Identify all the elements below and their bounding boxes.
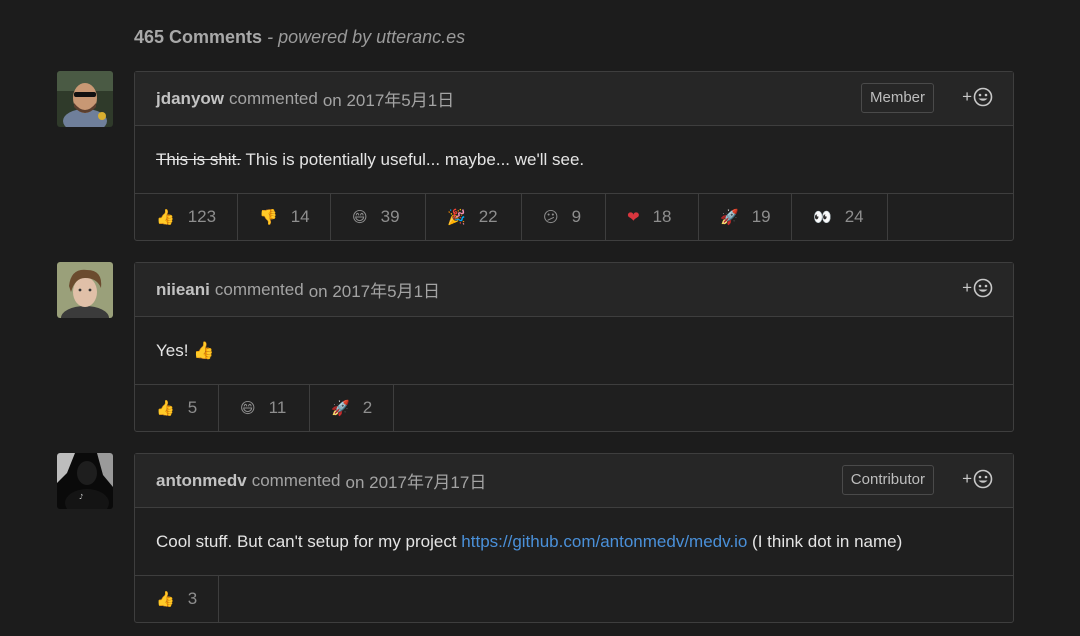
- reaction-count: 123: [187, 207, 217, 226]
- laugh-icon: 😄: [240, 400, 256, 417]
- avatar-antonmedv-image: ♪: [57, 453, 113, 509]
- reaction-thumbs-up[interactable]: 👍 5: [135, 385, 219, 431]
- reaction-thumbs-up[interactable]: 👍 3: [135, 576, 219, 622]
- rocket-icon: 🚀: [720, 209, 739, 226]
- reaction-rocket[interactable]: 🚀 2: [310, 385, 394, 431]
- comment-text: Yes! 👍: [156, 340, 215, 360]
- smiley-icon: [973, 469, 993, 489]
- reaction-count: 39: [380, 207, 400, 226]
- rocket-icon: 🚀: [331, 400, 350, 417]
- comment-text-after: (I think dot in name): [747, 531, 903, 551]
- comment-date[interactable]: on 2017年5月1日: [323, 86, 454, 111]
- reactions-bar: 👍 3: [135, 576, 1013, 622]
- reaction-hooray[interactable]: 🎉 22: [426, 194, 522, 240]
- hooray-icon: 🎉: [447, 209, 466, 226]
- comment-body: This is shit. This is potentially useful…: [135, 126, 1013, 194]
- thumbs-up-icon: 👍: [156, 400, 175, 417]
- author-link[interactable]: antonmedv: [156, 471, 247, 491]
- author-link[interactable]: niieani: [156, 280, 210, 300]
- reactions-bar: 👍 123 👎 14 😄 39 🎉 22 😕 9 ❤ 18 🚀 19 👀 24: [135, 194, 1013, 240]
- reaction-count: 2: [362, 398, 373, 417]
- comment-verb: commented: [214, 279, 304, 299]
- add-reaction-button[interactable]: +: [962, 87, 993, 107]
- reaction-confused[interactable]: 😕 9: [522, 194, 606, 240]
- add-reaction-button[interactable]: +: [962, 469, 993, 489]
- reaction-laugh[interactable]: 😄 11: [219, 385, 310, 431]
- powered-by: - powered by utteranc.es: [267, 27, 466, 47]
- avatar[interactable]: [57, 262, 113, 318]
- contributor-badge: Contributor: [841, 465, 934, 495]
- comment-box: jdanyow commented on 2017年5月1日 Member + …: [134, 71, 1014, 241]
- avatar-niieani-image: [57, 262, 113, 318]
- add-reaction-label: +: [962, 469, 972, 488]
- avatar-jdanyow-image: [57, 71, 113, 127]
- add-reaction-label: +: [962, 87, 972, 106]
- repo-link[interactable]: https://github.com/antonmedv/medv.io: [461, 532, 747, 552]
- smiley-icon: [973, 87, 993, 107]
- reaction-laugh[interactable]: 😄 39: [331, 194, 426, 240]
- comment-text: This is potentially useful... maybe... w…: [241, 149, 585, 169]
- comments-header: 465 Comments - powered by utteranc.es: [134, 27, 465, 48]
- comment-box: niieani commented on 2017年5月1日 + Yes! 👍 …: [134, 262, 1014, 432]
- confused-icon: 😕: [543, 209, 559, 226]
- comment-body: Yes! 👍: [135, 317, 1013, 385]
- reaction-count: 24: [844, 207, 864, 226]
- comment-header: jdanyow commented on 2017年5月1日 Member +: [135, 72, 1013, 126]
- comment-body: Cool stuff. But can't setup for my proje…: [135, 508, 1013, 576]
- thumbs-up-icon: 👍: [156, 209, 175, 226]
- thumbs-up-icon: 👍: [156, 591, 175, 608]
- reaction-eyes[interactable]: 👀 24: [792, 194, 888, 240]
- reaction-count: 14: [290, 207, 310, 226]
- comment-header: antonmedv commented on 2017年7月17日 Contri…: [135, 454, 1013, 508]
- reaction-thumbs-down[interactable]: 👎 14: [238, 194, 331, 240]
- comment-date[interactable]: on 2017年7月17日: [346, 468, 487, 493]
- laugh-icon: 😄: [352, 209, 368, 226]
- avatar[interactable]: ♪: [57, 453, 113, 509]
- smiley-icon: [973, 278, 993, 298]
- reaction-count: 9: [571, 207, 582, 226]
- reactions-bar: 👍 5 😄 11 🚀 2: [135, 385, 1013, 431]
- comment-date[interactable]: on 2017年5月1日: [309, 277, 440, 302]
- comment-header: niieani commented on 2017年5月1日 +: [135, 263, 1013, 317]
- reaction-heart[interactable]: ❤ 18: [606, 194, 699, 240]
- comment-box: antonmedv commented on 2017年7月17日 Contri…: [134, 453, 1014, 623]
- strikethrough-text: This is shit.: [156, 149, 242, 169]
- heart-icon: ❤: [627, 209, 640, 226]
- reaction-count: 3: [187, 589, 198, 608]
- add-reaction-label: +: [962, 278, 972, 297]
- comment-count: 465 Comments: [134, 27, 263, 47]
- reaction-count: 11: [268, 398, 287, 417]
- reaction-thumbs-up[interactable]: 👍 123: [135, 194, 238, 240]
- avatar[interactable]: [57, 71, 113, 127]
- reaction-count: 22: [478, 207, 498, 226]
- svg-text:♪: ♪: [79, 493, 83, 501]
- comment-text: Cool stuff. But can't setup for my proje…: [156, 531, 462, 551]
- author-link[interactable]: jdanyow: [156, 89, 224, 109]
- eyes-icon: 👀: [813, 209, 832, 226]
- reaction-count: 18: [652, 207, 672, 226]
- thumbs-down-icon: 👎: [259, 209, 278, 226]
- comment-verb: commented: [229, 88, 318, 108]
- member-badge: Member: [860, 83, 934, 113]
- add-reaction-button[interactable]: +: [962, 278, 993, 298]
- comment-verb: commented: [251, 470, 341, 490]
- reaction-rocket[interactable]: 🚀 19: [699, 194, 792, 240]
- reaction-count: 19: [751, 207, 771, 226]
- reaction-count: 5: [187, 398, 198, 417]
